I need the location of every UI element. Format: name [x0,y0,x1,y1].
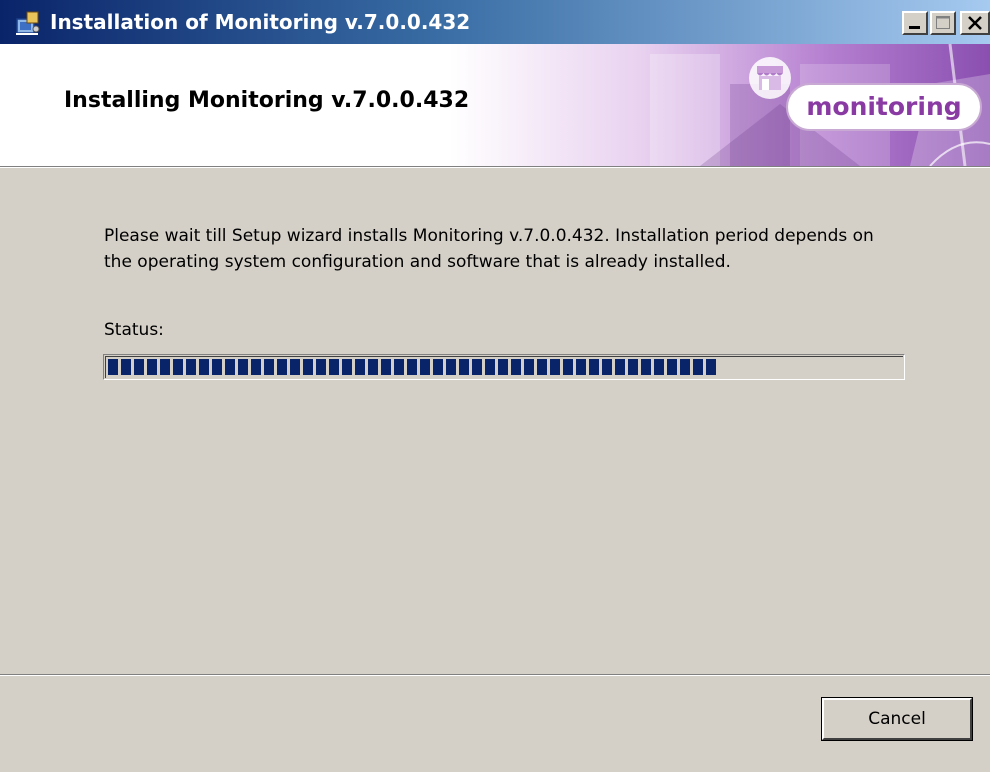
maximize-icon [936,16,950,29]
page-heading: Installing Monitoring v.7.0.0.432 [64,88,470,113]
cancel-button[interactable]: Cancel [821,697,973,741]
close-icon [968,16,982,30]
installer-window: Installation of Monitoring v.7.0.0.432 I… [0,0,990,772]
footer-divider [0,674,990,676]
minimize-button[interactable] [902,11,928,35]
progress-fill [108,359,716,375]
minimize-icon [909,26,920,29]
maximize-button[interactable] [930,11,956,35]
close-button[interactable] [960,11,990,35]
header-banner: Installing Monitoring v.7.0.0.432 monito… [0,44,990,166]
title-bar[interactable]: Installation of Monitoring v.7.0.0.432 [0,0,990,44]
header-divider [0,166,990,168]
brand-logo: monitoring [786,83,982,131]
window-title: Installation of Monitoring v.7.0.0.432 [50,10,471,34]
store-icon [747,56,793,100]
brand-name: monitoring [806,92,962,121]
progress-message: Please wait till Setup wizard installs M… [104,226,874,272]
status-label: Status: [104,320,164,340]
installer-icon [14,10,42,36]
progress-bar [103,354,905,380]
